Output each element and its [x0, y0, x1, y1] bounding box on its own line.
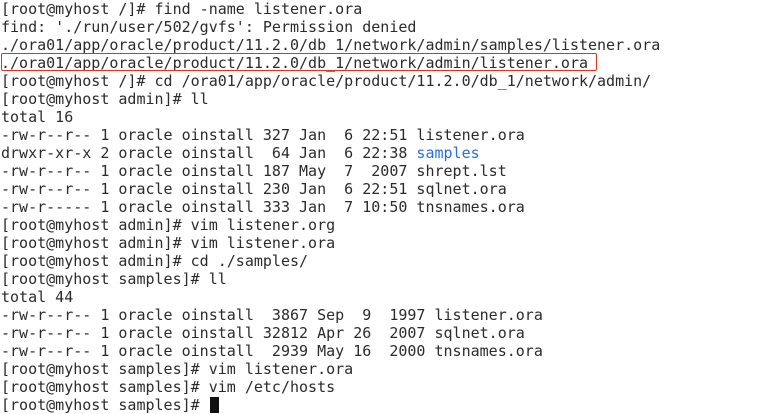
- terminal-line: [root@myhost samples]# vim listener.ora: [1, 360, 354, 378]
- terminal-prompt-line[interactable]: [root@myhost samples]#: [0, 396, 765, 414]
- directory-name: samples: [416, 144, 480, 162]
- terminal-line: [root@myhost admin]# vim listener.ora: [1, 234, 336, 252]
- directory-permissions: drwxr-xr-x 2 oracle oinstall 64 Jan 6 22…: [1, 144, 417, 162]
- terminal-line: -rw-r--r-- 1 oracle oinstall 230 Jan 6 2…: [1, 180, 507, 198]
- prompt-text: [root@myhost samples]#: [1, 396, 209, 414]
- terminal-line: -rw-r--r-- 1 oracle oinstall 32812 Apr 2…: [1, 324, 525, 342]
- terminal-line: -rw-r----- 1 oracle oinstall 333 Jan 7 1…: [1, 198, 525, 216]
- terminal-line: total 16: [1, 108, 74, 126]
- terminal-line: -rw-r--r-- 1 oracle oinstall 327 Jan 6 2…: [1, 126, 525, 144]
- terminal-line: -rw-r--r-- 1 oracle oinstall 3867 Sep 9 …: [1, 306, 543, 324]
- terminal-line: [root@myhost admin]# ll: [1, 90, 209, 108]
- terminal-line-highlighted: ./ora01/app/oracle/product/11.2.0/db_1/n…: [1, 54, 588, 72]
- terminal-line: [root@myhost /]# find -name listener.ora: [1, 0, 363, 18]
- terminal-line: find: './run/user/502/gvfs': Permission …: [1, 18, 417, 36]
- terminal-line-directory-entry: drwxr-xr-x 2 oracle oinstall 64 Jan 6 22…: [0, 144, 765, 162]
- terminal-line: [root@myhost /]# cd /ora01/app/oracle/pr…: [1, 72, 652, 90]
- terminal-window[interactable]: [root@myhost /]# find -name listener.ora…: [0, 0, 765, 414]
- terminal-line: -rw-r--r-- 1 oracle oinstall 2939 May 16…: [1, 342, 543, 360]
- terminal-line: ./ora01/app/oracle/product/11.2.0/db_1/n…: [1, 36, 661, 54]
- terminal-line: -rw-r--r-- 1 oracle oinstall 187 May 7 2…: [1, 162, 507, 180]
- terminal-line: [root@myhost admin]# vim listener.org: [1, 216, 336, 234]
- terminal-line: total 44: [1, 288, 74, 306]
- terminal-line: [root@myhost samples]# ll: [1, 270, 227, 288]
- terminal-line: [root@myhost samples]# vim /etc/hosts: [1, 378, 336, 396]
- terminal-line: [root@myhost admin]# cd ./samples/: [1, 252, 309, 270]
